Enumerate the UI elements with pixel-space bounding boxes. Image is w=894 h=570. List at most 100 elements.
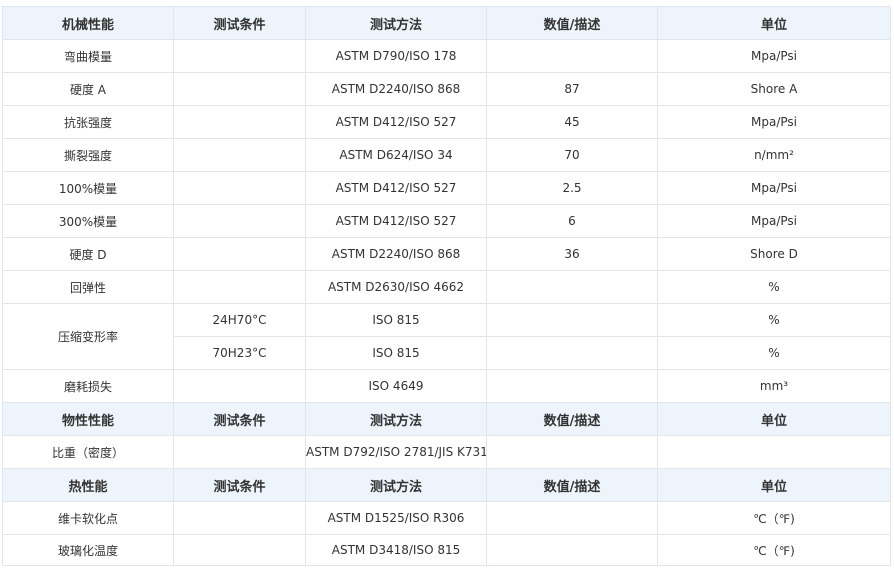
header-cell: 单位: [657, 468, 891, 502]
header-cell: 数值/描述: [486, 468, 658, 502]
condition-cell: [173, 138, 306, 172]
value-cell: 45: [486, 105, 658, 139]
value-cell: [486, 270, 658, 304]
condition-cell: [173, 105, 306, 139]
property-cell: 抗张强度: [2, 105, 174, 139]
property-cell: 撕裂强度: [2, 138, 174, 172]
value-cell: 36: [486, 237, 658, 271]
property-cell: 弯曲模量: [2, 39, 174, 73]
header-cell: 单位: [657, 6, 891, 40]
mechanical-header-row: 机械性能 测试条件 测试方法 数值/描述 单位: [2, 6, 891, 40]
unit-cell: ℃（℉): [657, 501, 891, 535]
property-cell: 300%模量: [2, 204, 174, 238]
table-row: 压缩变形率 24H70°C ISO 815 %: [2, 303, 891, 370]
value-cell: [486, 534, 658, 566]
condition-cell: [173, 534, 306, 566]
method-cell: ASTM D2240/ISO 868: [305, 237, 487, 271]
physical-header-row: 物性性能 测试条件 测试方法 数值/描述 单位: [2, 402, 891, 436]
method-cell: ASTM D3418/ISO 815: [305, 534, 487, 566]
value-cell: 70: [486, 138, 658, 172]
condition-cell: [173, 171, 306, 205]
value-cell: [486, 369, 658, 403]
property-cell: 回弹性: [2, 270, 174, 304]
unit-cell: mm³: [657, 369, 891, 403]
table-row: 磨耗损失 ISO 4649 mm³: [2, 369, 891, 403]
unit-cell: Mpa/Psi: [657, 39, 891, 73]
method-cell: ASTM D412/ISO 527: [305, 204, 487, 238]
table-row: 回弹性 ASTM D2630/ISO 4662 %: [2, 270, 891, 304]
table-row: 300%模量 ASTM D412/ISO 527 6 Mpa/Psi: [2, 204, 891, 238]
header-cell: 测试方法: [305, 402, 487, 436]
table-row: 维卡软化点 ASTM D1525/ISO R306 ℃（℉): [2, 501, 891, 535]
property-cell: 维卡软化点: [2, 501, 174, 535]
method-cell: ISO 815: [305, 303, 487, 337]
table-row: 抗张强度 ASTM D412/ISO 527 45 Mpa/Psi: [2, 105, 891, 139]
value-cell: 2.5: [486, 171, 658, 205]
unit-cell: [657, 435, 891, 469]
unit-cell: %: [657, 270, 891, 304]
thermal-header-row: 热性能 测试条件 测试方法 数值/描述 单位: [2, 468, 891, 502]
condition-cell: 24H70°C: [173, 303, 306, 337]
method-cell: ASTM D1525/ISO R306: [305, 501, 487, 535]
condition-cell: [173, 501, 306, 535]
unit-cell: Shore D: [657, 237, 891, 271]
header-cell: 数值/描述: [486, 6, 658, 40]
properties-table-container: 机械性能 测试条件 测试方法 数值/描述 单位 弯曲模量 ASTM D790/I…: [2, 6, 891, 566]
condition-cell: [173, 435, 306, 469]
condition-cell: [173, 369, 306, 403]
table-row: 100%模量 ASTM D412/ISO 527 2.5 Mpa/Psi: [2, 171, 891, 205]
unit-cell: n/mm²: [657, 138, 891, 172]
method-cell: ISO 4649: [305, 369, 487, 403]
method-cell: ASTM D792/ISO 2781/JIS K7311: [305, 435, 487, 469]
unit-cell: %: [657, 336, 891, 370]
condition-cell: [173, 270, 306, 304]
unit-cell: ℃（℉): [657, 534, 891, 566]
method-cell: ASTM D2240/ISO 868: [305, 72, 487, 106]
value-cell: [486, 303, 658, 337]
method-cell: ASTM D412/ISO 527: [305, 171, 487, 205]
header-cell: 数值/描述: [486, 402, 658, 436]
method-cell: ISO 815: [305, 336, 487, 370]
condition-cell: 70H23°C: [173, 336, 306, 370]
value-cell: [486, 435, 658, 469]
property-cell: 硬度 A: [2, 72, 174, 106]
property-cell: 硬度 D: [2, 237, 174, 271]
header-cell: 热性能: [2, 468, 174, 502]
condition-cell: [173, 204, 306, 238]
property-cell: 比重（密度）: [2, 435, 174, 469]
unit-cell: %: [657, 303, 891, 337]
unit-cell: Mpa/Psi: [657, 105, 891, 139]
property-cell: 玻璃化温度: [2, 534, 174, 566]
value-cell: 6: [486, 204, 658, 238]
header-cell: 测试方法: [305, 468, 487, 502]
method-cell: ASTM D790/ISO 178: [305, 39, 487, 73]
header-cell: 测试条件: [173, 468, 306, 502]
method-cell: ASTM D412/ISO 527: [305, 105, 487, 139]
property-cell: 100%模量: [2, 171, 174, 205]
header-cell: 物性性能: [2, 402, 174, 436]
table-row: 玻璃化温度 ASTM D3418/ISO 815 ℃（℉): [2, 534, 891, 566]
header-cell: 机械性能: [2, 6, 174, 40]
header-cell: 测试方法: [305, 6, 487, 40]
table-row: 比重（密度） ASTM D792/ISO 2781/JIS K7311: [2, 435, 891, 469]
unit-cell: Mpa/Psi: [657, 171, 891, 205]
condition-cell: [173, 72, 306, 106]
header-cell: 测试条件: [173, 402, 306, 436]
value-cell: [486, 39, 658, 73]
value-cell: 87: [486, 72, 658, 106]
method-cell: ASTM D2630/ISO 4662: [305, 270, 487, 304]
header-cell: 单位: [657, 402, 891, 436]
unit-cell: Mpa/Psi: [657, 204, 891, 238]
table-row: 硬度 D ASTM D2240/ISO 868 36 Shore D: [2, 237, 891, 271]
properties-table: 机械性能 测试条件 测试方法 数值/描述 单位 弯曲模量 ASTM D790/I…: [2, 6, 891, 566]
method-cell: ASTM D624/ISO 34: [305, 138, 487, 172]
header-cell: 测试条件: [173, 6, 306, 40]
condition-cell: [173, 237, 306, 271]
property-cell: 压缩变形率: [2, 303, 174, 370]
value-cell: [486, 336, 658, 370]
table-row: 弯曲模量 ASTM D790/ISO 178 Mpa/Psi: [2, 39, 891, 73]
table-row: 撕裂强度 ASTM D624/ISO 34 70 n/mm²: [2, 138, 891, 172]
value-cell: [486, 501, 658, 535]
property-cell: 磨耗损失: [2, 369, 174, 403]
condition-cell: [173, 39, 306, 73]
